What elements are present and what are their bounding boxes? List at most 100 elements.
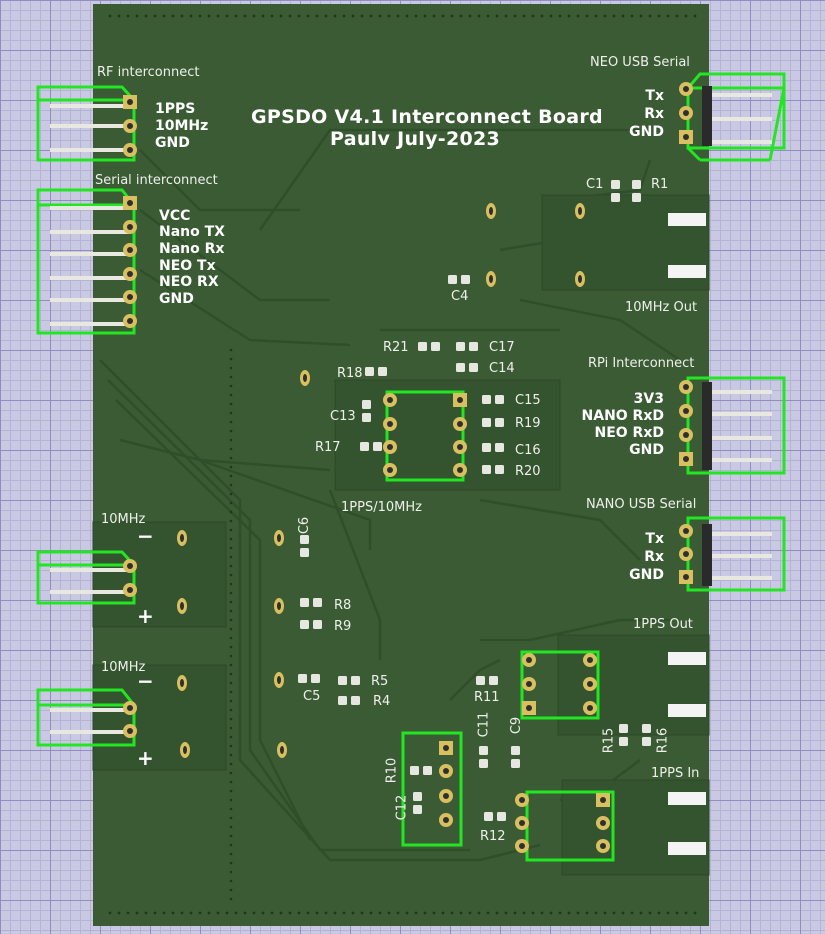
edge-via: [229, 357, 233, 361]
drill-hole: [587, 681, 593, 687]
refdes-r4: R4: [373, 694, 391, 709]
rpi-pin-3v3: 3V3: [633, 391, 664, 407]
edge-via: [144, 911, 148, 915]
smd-pad: [461, 275, 470, 284]
edge-via: [229, 762, 233, 766]
smd-pad: [300, 548, 309, 557]
edge-via: [414, 14, 418, 18]
drill-hole: [683, 86, 689, 92]
edge-via: [513, 911, 517, 915]
section-rf-interconnect: RF interconnect: [97, 65, 200, 80]
edge-via: [117, 911, 121, 915]
edge-via: [229, 816, 233, 820]
edge-via: [229, 645, 233, 649]
drill-hole: [127, 147, 133, 153]
edge-via: [513, 14, 517, 18]
edge-via: [229, 555, 233, 559]
drill-hole: [683, 110, 689, 116]
edge-via: [229, 636, 233, 640]
edge-via: [229, 663, 233, 667]
refdes-r10: R10: [384, 757, 400, 784]
smd-pad: [448, 275, 457, 284]
drill-hole: [127, 705, 133, 711]
drill-hole: [127, 123, 133, 129]
neo-usb-pin-gnd: GND: [629, 124, 664, 140]
edge-via: [117, 14, 121, 18]
section-nano-usb-serial: NANO USB Serial: [586, 497, 697, 512]
edge-via: [171, 911, 175, 915]
section-serial-interconnect: Serial interconnect: [95, 173, 218, 188]
edge-via: [396, 14, 400, 18]
section-neo-usb-serial: NEO USB Serial: [590, 55, 690, 70]
edge-via: [612, 14, 616, 18]
drill-hole: [127, 563, 133, 569]
section-rpi-interconnect: RPi Interconnect: [588, 356, 695, 371]
drill-hole: [443, 817, 449, 823]
smd-pad: [482, 418, 491, 427]
edge-via: [229, 627, 233, 631]
edge-via: [567, 911, 571, 915]
refdes-r8: R8: [334, 598, 352, 613]
edge-via: [126, 911, 130, 915]
edge-via: [144, 14, 148, 18]
edge-via: [360, 14, 364, 18]
edge-via: [558, 911, 562, 915]
edge-via: [216, 911, 220, 915]
edge-via: [229, 564, 233, 568]
serial-pin-neo-tx: NEO Tx: [159, 258, 216, 274]
smd-pad: [351, 676, 360, 685]
mounting-drill: [489, 275, 493, 283]
edge-via: [468, 911, 472, 915]
edge-via: [486, 911, 490, 915]
edge-via: [684, 911, 688, 915]
edge-via: [423, 911, 427, 915]
smd-pad: [413, 792, 422, 801]
mounting-drill: [277, 676, 281, 684]
edge-via: [198, 911, 202, 915]
edge-via: [229, 366, 233, 370]
smd-pad: [495, 395, 504, 404]
edge-via: [216, 14, 220, 18]
rpi-pin-neo-rxd: NEO RxD: [594, 425, 665, 441]
edge-via: [243, 911, 247, 915]
edge-via: [229, 483, 233, 487]
edge-via: [229, 600, 233, 604]
smd-pad: [511, 746, 520, 755]
edge-via: [612, 911, 616, 915]
smd-pad: [373, 442, 382, 451]
edge-via: [693, 14, 697, 18]
edge-via: [297, 911, 301, 915]
smd-pad: [482, 443, 491, 452]
drill-hole: [387, 444, 393, 450]
edge-via: [229, 456, 233, 460]
smd-pad: [482, 395, 491, 404]
refdes-r18: R18: [337, 366, 363, 381]
smd-pad: [469, 342, 478, 351]
board-title: GPSDO V4.1 Interconnect Board: [251, 106, 603, 128]
edge-via: [405, 911, 409, 915]
edge-via: [333, 14, 337, 18]
smd-pad: [423, 766, 432, 775]
rpi-pin-gnd: GND: [629, 442, 664, 458]
refdes-r17: R17: [315, 440, 341, 455]
smd-pad: [360, 442, 369, 451]
mounting-drill: [277, 602, 281, 610]
edge-via: [108, 911, 112, 915]
drill-hole: [600, 797, 606, 803]
edge-via: [229, 699, 233, 703]
rpi-pin-nano-rxd: NANO RxD: [581, 408, 664, 424]
edge-via: [351, 14, 355, 18]
edge-via: [270, 14, 274, 18]
edge-via: [229, 888, 233, 892]
edge-via: [198, 14, 202, 18]
rf-pin-gnd: GND: [155, 135, 190, 151]
edge-via: [675, 14, 679, 18]
smd-pad: [431, 342, 440, 351]
drill-hole: [526, 681, 532, 687]
section-1pps-out: 1PPS Out: [633, 617, 693, 632]
edge-via: [522, 911, 526, 915]
drill-hole: [683, 408, 689, 414]
edge-via: [229, 744, 233, 748]
edge-via: [229, 789, 233, 793]
drill-hole: [127, 271, 133, 277]
